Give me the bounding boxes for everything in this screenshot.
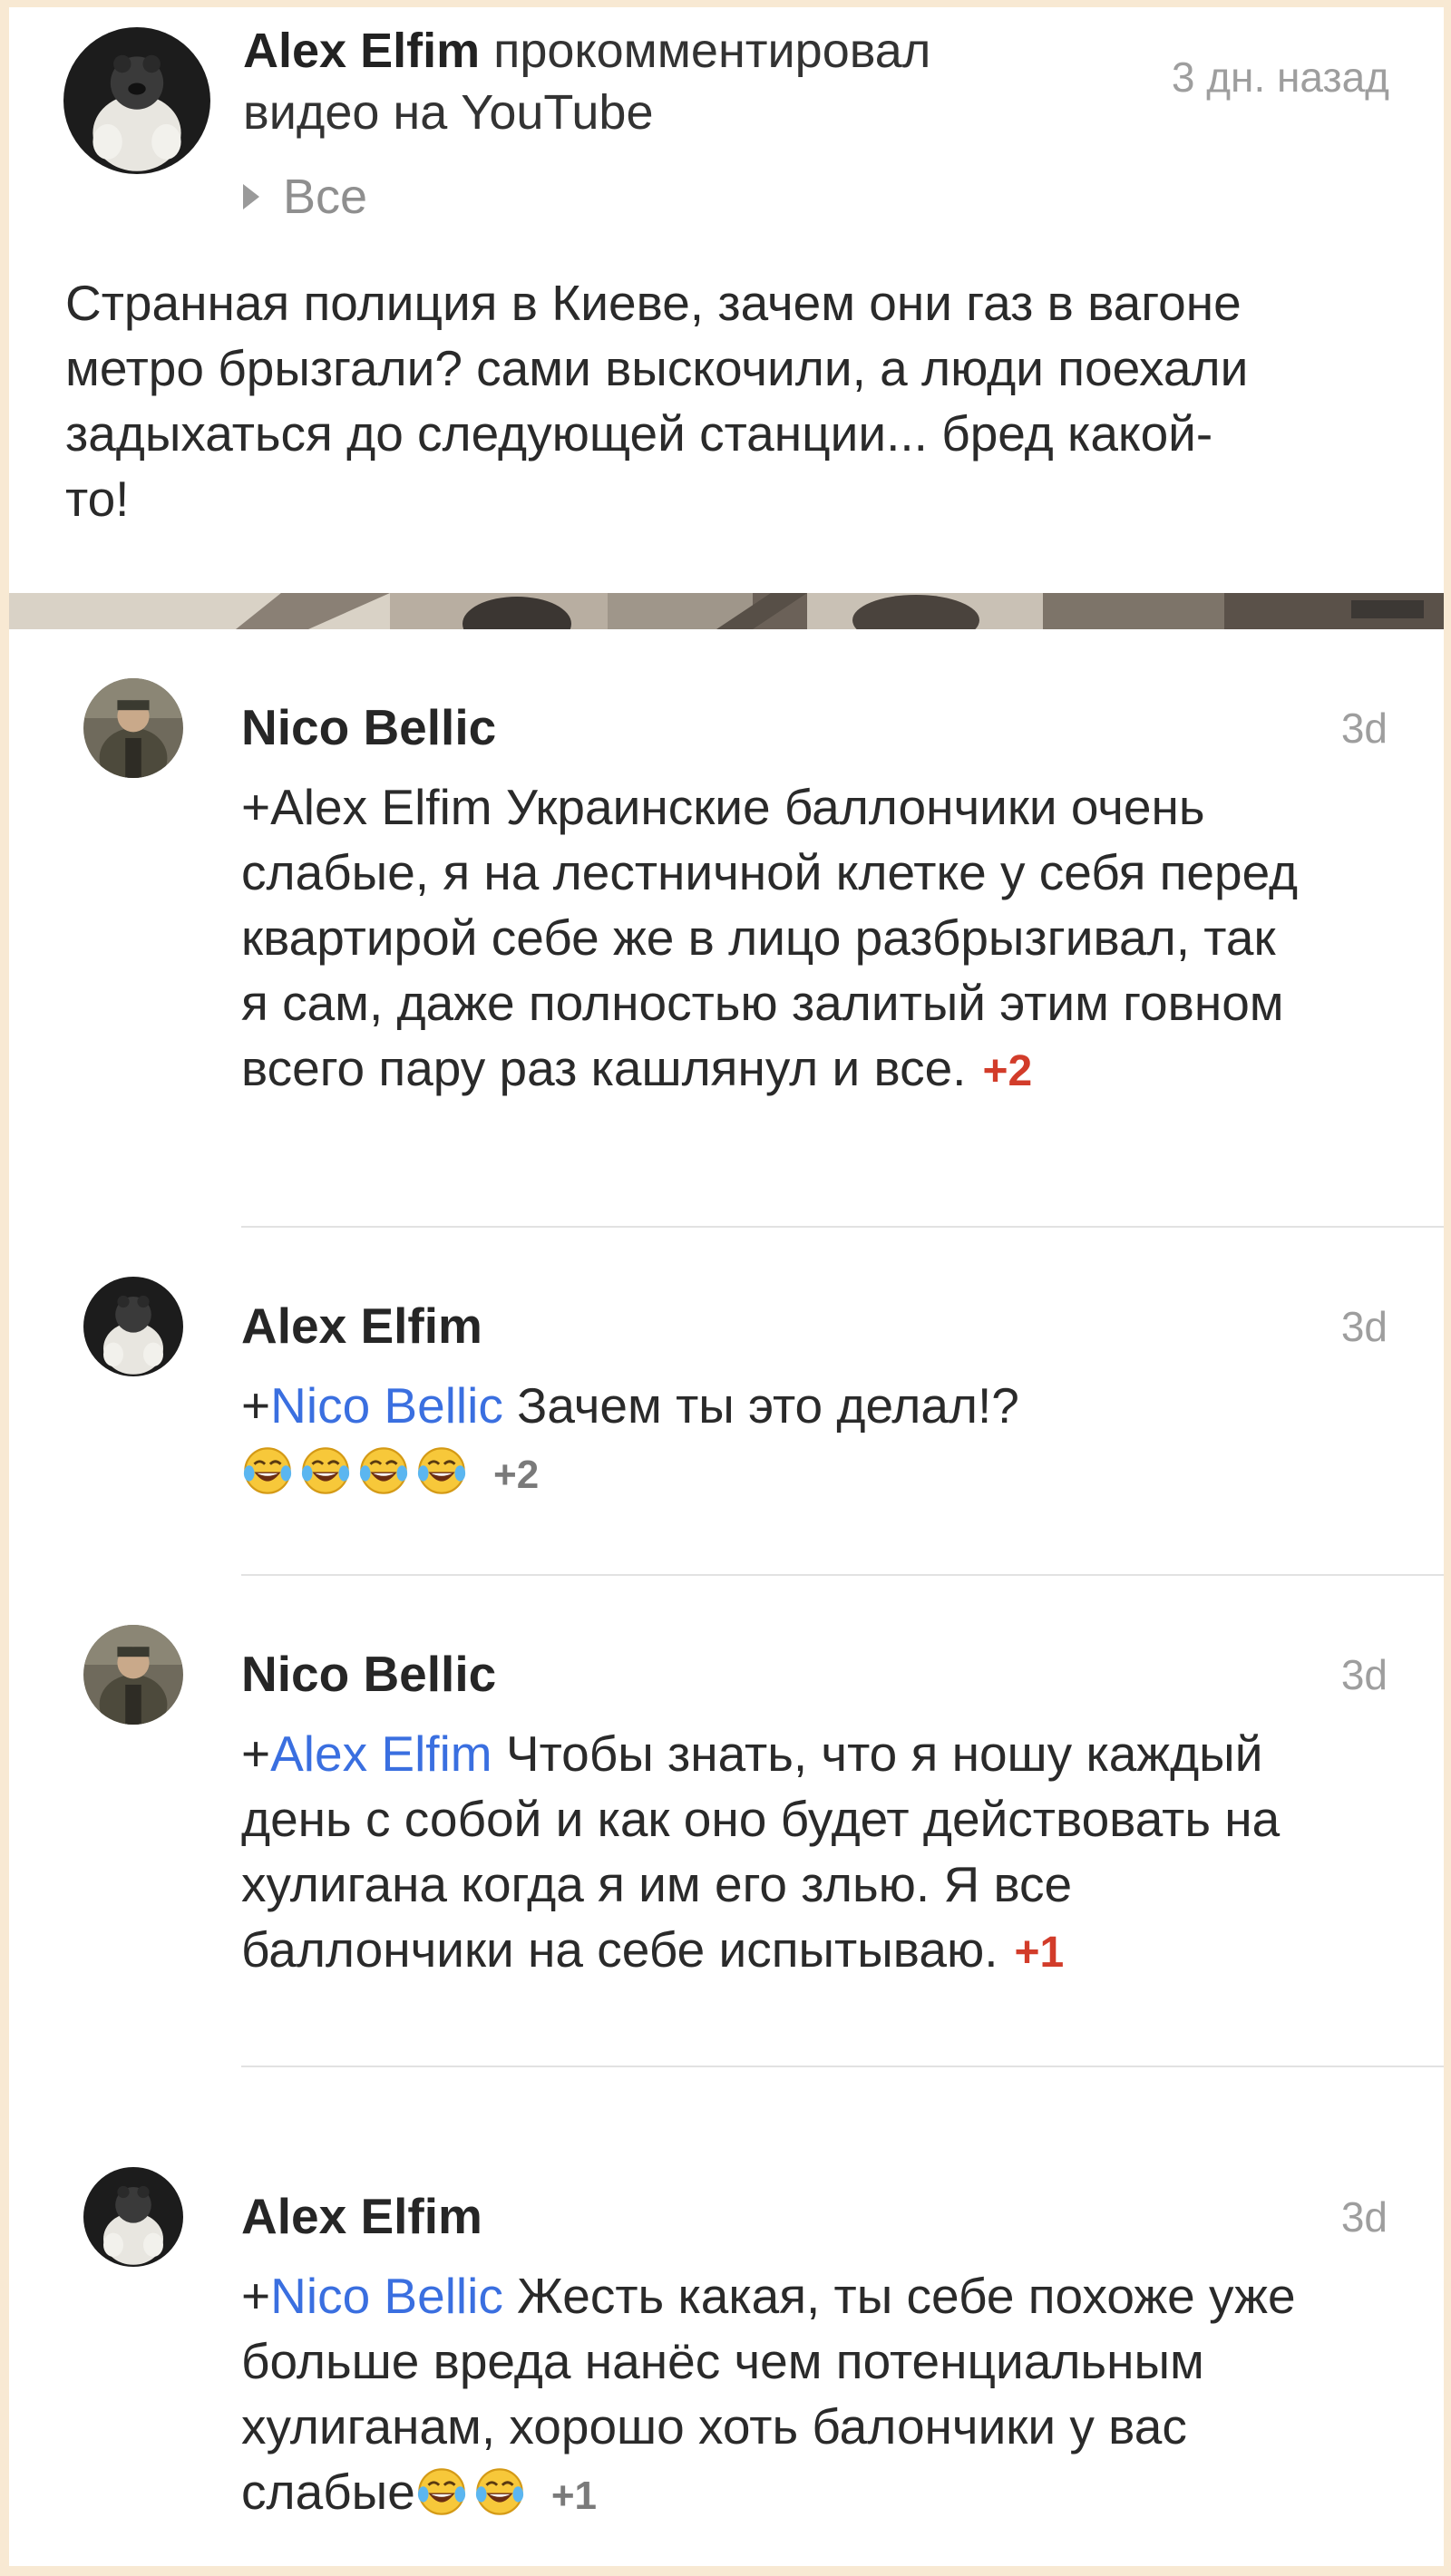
bear-avatar-image <box>83 2167 183 2267</box>
commenter-name[interactable]: Alex Elfim <box>241 2187 482 2245</box>
comment-timestamp: 3d <box>1340 2193 1388 2241</box>
face-with-tears-of-joy-icon <box>415 1444 468 1497</box>
commenter-name[interactable]: Nico Bellic <box>241 698 496 756</box>
commenter-avatar[interactable] <box>83 2167 183 2267</box>
post-action-line1: прокомментировал <box>480 24 931 78</box>
post-author-avatar[interactable] <box>63 27 210 174</box>
expand-all-label: Все <box>283 170 368 224</box>
screenshot-frame: Alex Elfim прокомментировал видео на You… <box>9 7 1444 2566</box>
plus-sign: + <box>241 2268 271 2324</box>
comment-timestamp: 3d <box>1340 1651 1388 1698</box>
triangle-right-icon <box>243 184 259 209</box>
mention-link[interactable]: Nico Bellic <box>270 2268 503 2324</box>
plus-one-count[interactable]: +1 <box>551 2474 597 2518</box>
post-action-line2: видео на YouTube <box>243 85 654 140</box>
comment-divider <box>241 1226 1444 1228</box>
comment-text: +Nico Bellic Жесть какая, ты себе похоже… <box>241 2263 1311 2529</box>
plus-sign: + <box>241 1725 271 1782</box>
emoji-group <box>241 1443 473 1499</box>
plus-sign: + <box>241 1377 271 1434</box>
comment-body: Зачем ты это делал!? <box>502 1377 1019 1434</box>
comment-divider <box>241 1574 1444 1576</box>
comment-text: +Nico Bellic Зачем ты это делал!? +2 <box>241 1373 1311 1508</box>
commenter-name[interactable]: Nico Bellic <box>241 1645 496 1703</box>
post-author-name[interactable]: Alex Elfim <box>243 24 480 78</box>
commenter-avatar[interactable] <box>83 1277 183 1376</box>
video-thumbnail-image <box>9 593 1444 629</box>
post-comment-text: Странная полиция в Киеве, зачем они газ … <box>65 275 1249 527</box>
post-header: Alex Elfim прокомментировал видео на You… <box>243 20 1096 143</box>
mention-link[interactable]: Nico Bellic <box>270 1377 503 1434</box>
video-thumbnail-strip[interactable] <box>9 593 1444 629</box>
expand-all-button[interactable]: Все <box>243 169 367 225</box>
mention-link[interactable]: Alex Elfim <box>270 1725 492 1782</box>
commenter-name[interactable]: Alex Elfim <box>241 1297 482 1355</box>
post-timestamp: 3 дн. назад <box>1171 53 1389 101</box>
bear-avatar-image <box>63 27 210 174</box>
face-with-tears-of-joy-icon <box>357 1444 410 1497</box>
comment-divider <box>241 2066 1444 2067</box>
mention-plain[interactable]: +Alex Elfim <box>241 779 492 835</box>
comment-text: +Alex Elfim Чтобы знать, что я ношу кажд… <box>241 1721 1311 1986</box>
face-with-tears-of-joy-icon <box>473 2465 526 2518</box>
commenter-avatar[interactable] <box>83 1625 183 1725</box>
face-with-tears-of-joy-icon <box>241 1444 294 1497</box>
soldier-avatar-image <box>83 678 183 778</box>
commenter-avatar[interactable] <box>83 678 183 778</box>
emoji-group <box>415 2464 531 2520</box>
comment-timestamp: 3d <box>1340 705 1388 752</box>
face-with-tears-of-joy-icon <box>415 2465 468 2518</box>
plus-one-count[interactable]: +2 <box>982 1047 1032 1095</box>
face-with-tears-of-joy-icon <box>299 1444 352 1497</box>
comment-timestamp: 3d <box>1340 1303 1388 1350</box>
plus-one-count[interactable]: +1 <box>1014 1929 1064 1977</box>
comment-text: +Alex Elfim Украинские баллончики очень … <box>241 774 1311 1104</box>
plus-one-count[interactable]: +2 <box>493 1453 539 1497</box>
soldier-avatar-image <box>83 1625 183 1725</box>
post-card: Alex Elfim прокомментировал видео на You… <box>9 7 1444 593</box>
bear-avatar-image <box>83 1277 183 1376</box>
